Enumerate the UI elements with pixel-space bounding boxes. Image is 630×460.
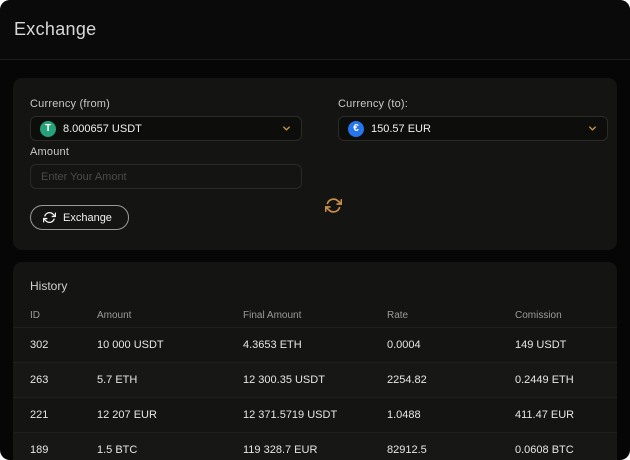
cell-amount: 12 207 EUR (97, 409, 243, 421)
usdt-coin-icon: T (40, 121, 56, 137)
table-row: 263 5.7 ETH 12 300.35 USDT 2254.82 0.244… (13, 362, 617, 397)
exchange-app-window: Exchange Currency (from) T 8.000657 USDT… (0, 0, 630, 460)
cell-rate: 1.0488 (387, 409, 515, 421)
cell-amount: 5.7 ETH (97, 374, 243, 386)
table-row: 189 1.5 BTC 119 328.7 EUR 82912.5 0.0608… (13, 432, 617, 460)
currency-to-value: 150.57 EUR (371, 123, 580, 135)
cell-final-amount: 12 300.35 USDT (243, 374, 387, 386)
column-header-amount: Amount (97, 310, 243, 321)
swap-icon (325, 197, 342, 214)
exchange-button-label: Exchange (63, 212, 112, 224)
column-header-final-amount: Final Amount (243, 310, 387, 321)
page-title: Exchange (14, 19, 96, 40)
cell-id: 263 (30, 374, 97, 386)
eur-coin-icon: € (348, 121, 364, 137)
history-table: ID Amount Final Amount Rate Comission 30… (13, 304, 617, 460)
amount-input[interactable] (30, 164, 302, 189)
cell-rate: 0.0004 (387, 339, 515, 351)
cell-final-amount: 119 328.7 EUR (243, 444, 387, 456)
currency-to-label: Currency (to): (338, 98, 408, 110)
column-header-comission: Comission (515, 310, 617, 321)
exchange-form-panel: Currency (from) T 8.000657 USDT Currency… (13, 78, 617, 250)
exchange-refresh-icon (43, 211, 56, 224)
cell-comission: 411.47 EUR (515, 409, 617, 421)
chevron-down-icon (281, 123, 292, 134)
cell-comission: 149 USDT (515, 339, 617, 351)
cell-final-amount: 4.3653 ETH (243, 339, 387, 351)
currency-to-select[interactable]: € 150.57 EUR (338, 116, 608, 141)
history-title: History (30, 279, 67, 293)
currency-from-label: Currency (from) (30, 98, 110, 110)
cell-rate: 82912.5 (387, 444, 515, 456)
exchange-button[interactable]: Exchange (30, 205, 129, 230)
cell-rate: 2254.82 (387, 374, 515, 386)
amount-label: Amount (30, 146, 69, 158)
table-header-row: ID Amount Final Amount Rate Comission (13, 304, 617, 327)
history-panel: History ID Amount Final Amount Rate Comi… (13, 262, 617, 460)
column-header-rate: Rate (387, 310, 515, 321)
cell-comission: 0.0608 BTC (515, 444, 617, 456)
cell-comission: 0.2449 ETH (515, 374, 617, 386)
app-header: Exchange (0, 0, 630, 60)
cell-amount: 10 000 USDT (97, 339, 243, 351)
swap-currencies-button[interactable] (322, 194, 345, 217)
cell-final-amount: 12 371.5719 USDT (243, 409, 387, 421)
cell-id: 189 (30, 444, 97, 456)
table-row: 302 10 000 USDT 4.3653 ETH 0.0004 149 US… (13, 327, 617, 362)
currency-from-select[interactable]: T 8.000657 USDT (30, 116, 302, 141)
table-row: 221 12 207 EUR 12 371.5719 USDT 1.0488 4… (13, 397, 617, 432)
chevron-down-icon (587, 123, 598, 134)
column-header-id: ID (30, 310, 97, 321)
currency-from-value: 8.000657 USDT (63, 123, 274, 135)
cell-id: 221 (30, 409, 97, 421)
cell-id: 302 (30, 339, 97, 351)
cell-amount: 1.5 BTC (97, 444, 243, 456)
